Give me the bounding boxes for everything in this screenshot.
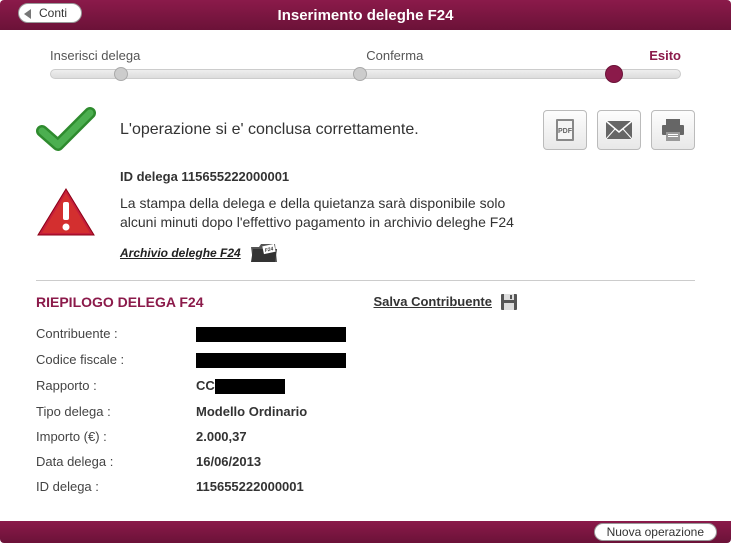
summary-grid: Contribuente : Codice fiscale : Rapporto… — [36, 321, 346, 499]
rapporto-label: Rapporto : — [36, 373, 196, 399]
importo-label: Importo (€) : — [36, 424, 196, 449]
importo-value: 2.000,37 — [196, 424, 346, 449]
back-button[interactable]: Conti — [18, 3, 82, 23]
warning-icon — [36, 187, 96, 237]
warning-text: La stampa della delega e della quietanza… — [120, 194, 520, 232]
new-operation-label: Nuova operazione — [607, 525, 704, 539]
step-3-label: Esito — [649, 48, 681, 63]
tipodelega-value: Modello Ordinario — [196, 399, 346, 424]
pdf-button[interactable]: PDF — [543, 110, 587, 150]
iddelega-label: ID delega : — [36, 474, 196, 499]
step-dot-1 — [114, 67, 128, 81]
print-button[interactable] — [651, 110, 695, 150]
contribuente-value — [196, 321, 346, 347]
pdf-icon: PDF — [553, 117, 577, 143]
archive-link[interactable]: Archivio deleghe F24 F24 — [120, 242, 279, 264]
summary-title: RIEPILOGO DELEGA F24 — [36, 294, 204, 310]
step-dot-2 — [353, 67, 367, 81]
new-operation-button[interactable]: Nuova operazione — [594, 523, 717, 541]
id-delega-value: 115655222000001 — [181, 169, 289, 184]
success-checkmark-icon — [36, 105, 96, 155]
folder-icon: F24 — [249, 242, 279, 264]
tipodelega-label: Tipo delega : — [36, 399, 196, 424]
step-track — [50, 69, 681, 79]
footer-bar: Nuova operazione — [0, 521, 731, 543]
codicefiscale-value — [196, 347, 346, 373]
codicefiscale-label: Codice fiscale : — [36, 347, 196, 373]
save-contribuente-link[interactable]: Salva Contribuente — [374, 293, 518, 311]
rapporto-value: CC — [196, 373, 346, 399]
email-button[interactable] — [597, 110, 641, 150]
contribuente-label: Contribuente : — [36, 321, 196, 347]
svg-text:PDF: PDF — [558, 128, 573, 135]
step-2-label: Conferma — [366, 48, 423, 63]
datadelega-value: 16/06/2013 — [196, 449, 346, 474]
save-icon — [500, 293, 518, 311]
datadelega-label: Data delega : — [36, 449, 196, 474]
email-icon — [605, 120, 633, 140]
step-1-label: Inserisci delega — [50, 48, 140, 63]
progress-stepper: Inserisci delega Conferma Esito — [50, 48, 681, 79]
success-message: L'operazione si e' conclusa correttament… — [120, 121, 543, 139]
divider — [36, 280, 695, 281]
archive-link-label: Archivio deleghe F24 — [120, 246, 241, 260]
back-label: Conti — [39, 6, 67, 20]
rapporto-prefix: CC — [196, 378, 215, 393]
save-contribuente-label: Salva Contribuente — [374, 294, 492, 309]
iddelega-value: 115655222000001 — [196, 474, 346, 499]
id-delega-line: ID delega 115655222000001 — [120, 169, 695, 184]
id-delega-label: ID delega — [120, 169, 178, 184]
page-title: Inserimento deleghe F24 — [0, 7, 731, 24]
print-icon — [660, 118, 686, 142]
step-dot-3-active — [605, 65, 623, 83]
header-bar: Conti Inserimento deleghe F24 — [0, 0, 731, 30]
